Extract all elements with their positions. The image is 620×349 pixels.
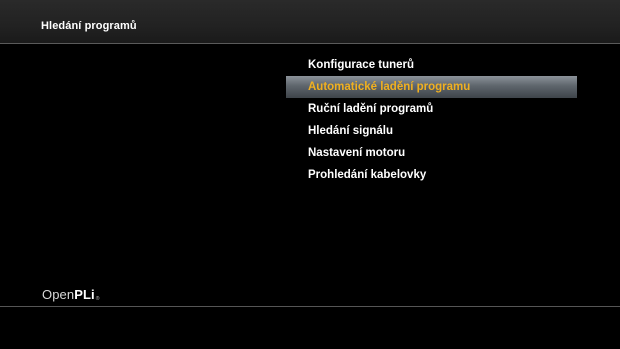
menu-item-cable-scan[interactable]: Prohledání kabelovky [286,164,577,186]
menu-item-label: Konfigurace tunerů [308,59,415,71]
service-search-menu: Konfigurace tunerů Automatické ladění pr… [286,54,577,186]
menu-item-manual-scan[interactable]: Ruční ladění programů [286,98,577,120]
header-bar: Hledání programů [0,0,620,44]
menu-item-automatic-scan[interactable]: Automatické ladění programu [286,76,577,98]
registered-mark: ® [95,296,100,302]
menu-item-label: Nastavení motoru [308,147,406,159]
menu-item-label: Automatické ladění programu [308,81,471,93]
menu-item-label: Prohledání kabelovky [308,169,427,181]
screen: Hledání programů Konfigurace tunerů Auto… [0,0,620,349]
openpli-logo: OpenPLi® [42,287,100,302]
page-title: Hledání programů [41,20,137,32]
menu-item-label: Hledání signálu [308,125,393,137]
footer-divider [0,306,620,307]
logo-text-bold: PLi [74,287,95,302]
logo-text-light: Open [42,287,75,302]
menu-item-signal-finder[interactable]: Hledání signálu [286,120,577,142]
menu-item-tuner-configuration[interactable]: Konfigurace tunerů [286,54,577,76]
menu-item-motor-setup[interactable]: Nastavení motoru [286,142,577,164]
menu-item-label: Ruční ladění programů [308,103,434,115]
